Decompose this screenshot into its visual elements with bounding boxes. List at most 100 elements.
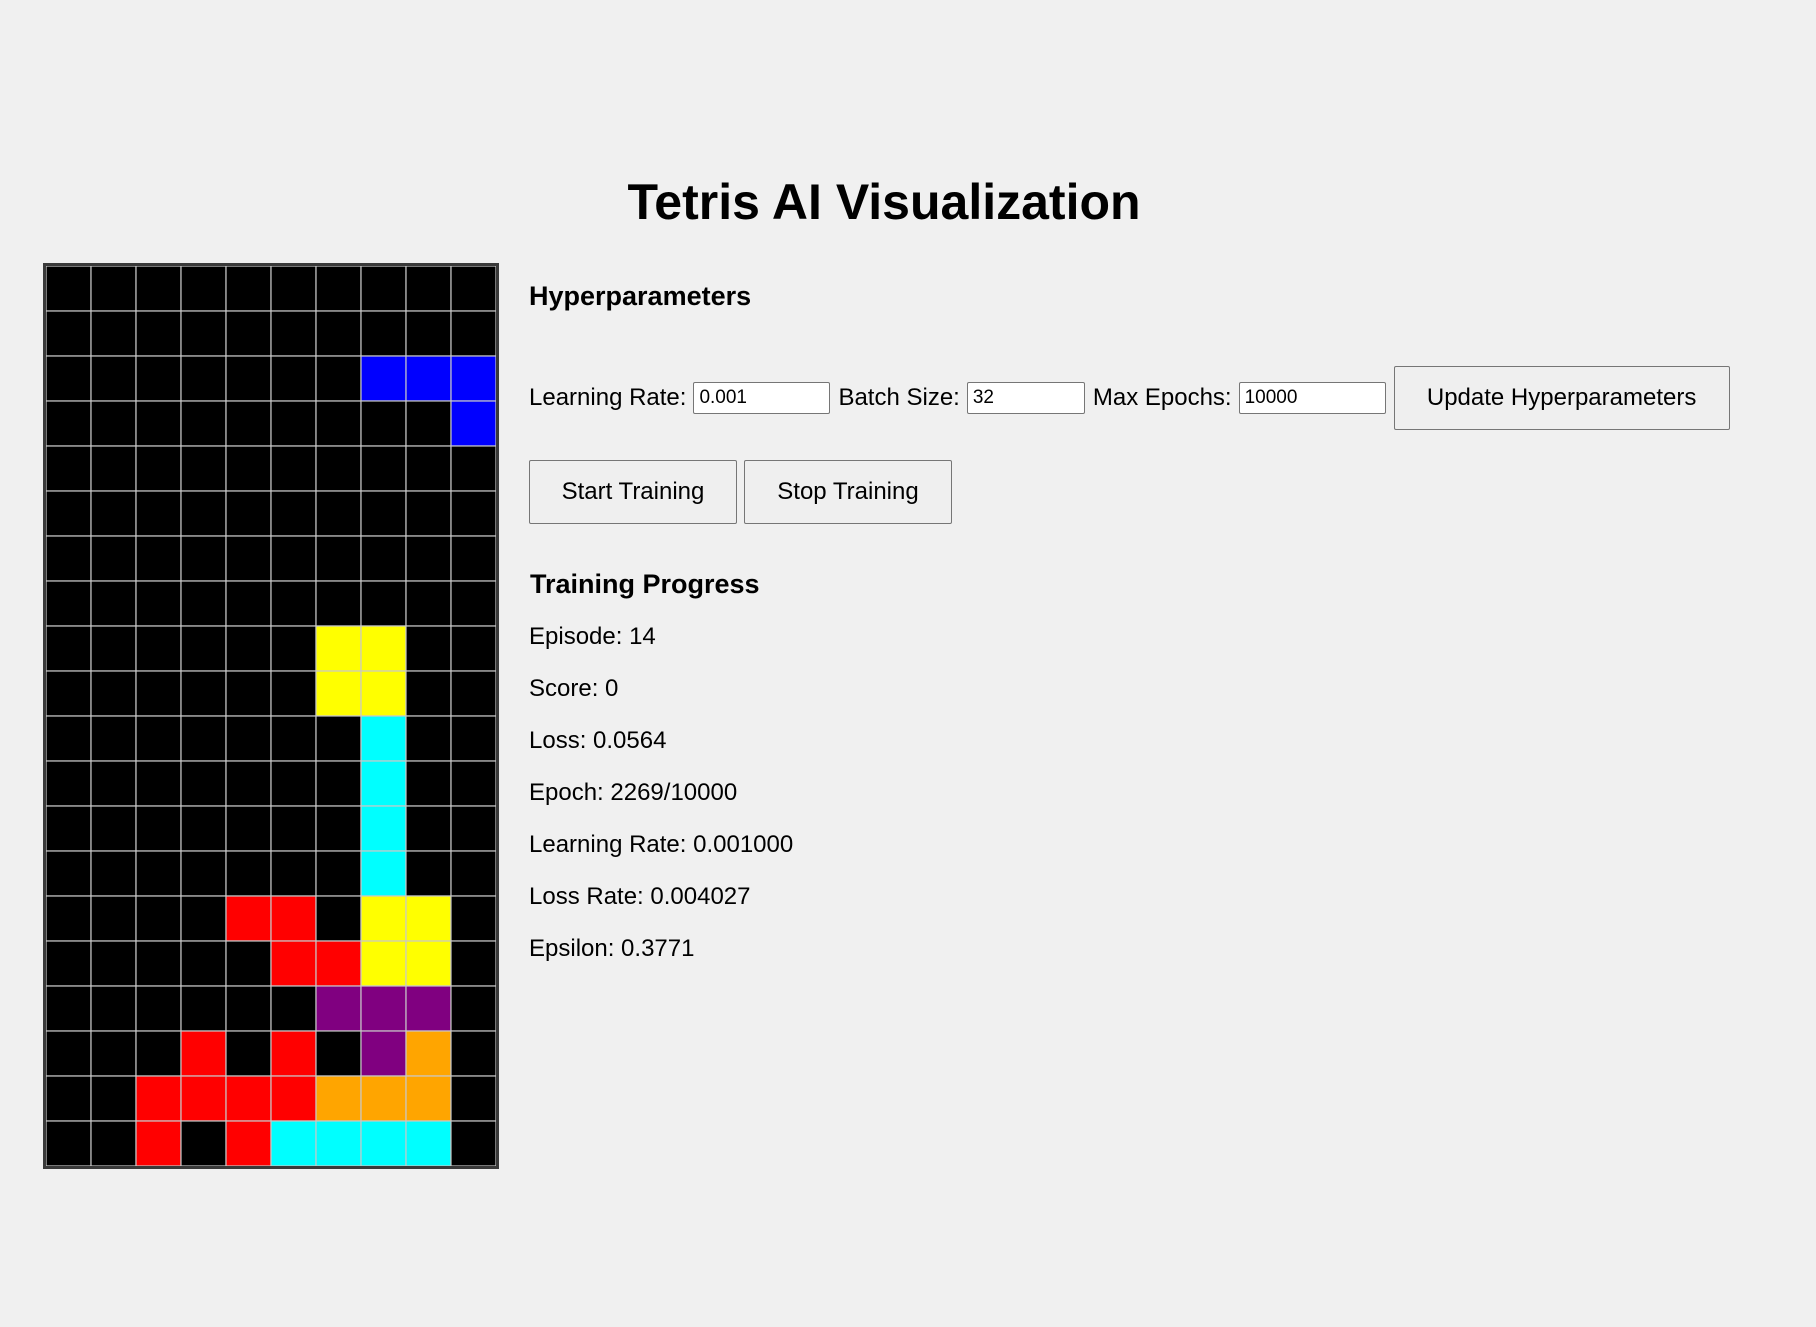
- board-cell-empty: [90, 535, 137, 582]
- board-cell-empty: [90, 355, 137, 402]
- board-cell-empty: [135, 715, 182, 762]
- board-cell-filled: [315, 985, 362, 1032]
- board-cell-empty: [405, 850, 452, 897]
- board-cell-empty: [135, 940, 182, 987]
- board-cell-empty: [450, 445, 496, 492]
- board-cell-empty: [90, 1075, 137, 1122]
- board-cell-empty: [405, 310, 452, 357]
- board-cell-empty: [405, 580, 452, 627]
- board-cell-empty: [270, 266, 317, 312]
- board-cell-empty: [90, 715, 137, 762]
- board-cell-filled: [405, 1030, 452, 1077]
- stop-training-button[interactable]: Stop Training: [744, 460, 952, 524]
- board-cell-empty: [225, 625, 272, 672]
- board-cell-empty: [180, 445, 227, 492]
- tetris-board: [43, 263, 499, 1169]
- board-cell-empty: [46, 625, 92, 672]
- board-cell-empty: [405, 625, 452, 672]
- board-cell-empty: [180, 985, 227, 1032]
- board-cell-filled: [360, 895, 407, 942]
- board-cell-empty: [180, 715, 227, 762]
- board-cell-empty: [46, 535, 92, 582]
- board-cell-empty: [360, 580, 407, 627]
- board-cell-filled: [405, 355, 452, 402]
- board-cell-empty: [225, 940, 272, 987]
- board-cell-filled: [360, 1075, 407, 1122]
- board-cell-empty: [315, 490, 362, 537]
- board-cell-empty: [135, 580, 182, 627]
- board-cell-empty: [225, 580, 272, 627]
- board-cell-empty: [46, 895, 92, 942]
- board-cell-filled: [315, 625, 362, 672]
- board-cell-filled: [450, 355, 496, 402]
- board-cell-empty: [46, 985, 92, 1032]
- board-cell-empty: [405, 400, 452, 447]
- board-cell-empty: [90, 310, 137, 357]
- board-cell-empty: [46, 760, 92, 807]
- board-cell-filled: [225, 1120, 272, 1166]
- board-cell-empty: [270, 355, 317, 402]
- board-cell-empty: [315, 895, 362, 942]
- max-epochs-input[interactable]: [1238, 382, 1386, 414]
- board-cell-empty: [90, 940, 137, 987]
- board-cell-empty: [270, 760, 317, 807]
- board-cell-empty: [180, 580, 227, 627]
- start-training-button[interactable]: Start Training: [529, 460, 737, 524]
- board-cell-empty: [450, 670, 496, 717]
- board-cell-filled: [405, 1075, 452, 1122]
- board-cell-empty: [46, 1075, 92, 1122]
- training-stats: Episode: 14 Score: 0 Loss: 0.0564 Epoch:…: [529, 622, 793, 986]
- board-cell-empty: [225, 985, 272, 1032]
- board-cell-filled: [360, 850, 407, 897]
- board-cell-empty: [135, 445, 182, 492]
- board-cell-filled: [405, 1120, 452, 1166]
- board-cell-empty: [450, 1075, 496, 1122]
- board-cell-empty: [46, 580, 92, 627]
- board-cell-empty: [225, 760, 272, 807]
- batch-size-input[interactable]: [966, 382, 1085, 414]
- board-cell-filled: [270, 940, 317, 987]
- board-cell-empty: [270, 445, 317, 492]
- board-cell-empty: [450, 1030, 496, 1077]
- board-cell-empty: [360, 266, 407, 312]
- board-cell-empty: [270, 670, 317, 717]
- update-hyperparameters-button[interactable]: Update Hyperparameters: [1393, 366, 1730, 430]
- board-cell-empty: [360, 400, 407, 447]
- board-cell-empty: [90, 580, 137, 627]
- board-cell-empty: [450, 625, 496, 672]
- board-cell-empty: [180, 266, 227, 312]
- board-cell-empty: [315, 355, 362, 402]
- board-cell-empty: [90, 1120, 137, 1166]
- board-cell-empty: [46, 850, 92, 897]
- board-cell-empty: [180, 355, 227, 402]
- board-cell-empty: [180, 310, 227, 357]
- board-cell-empty: [270, 580, 317, 627]
- learning-rate-input[interactable]: [693, 382, 831, 414]
- board-cell-empty: [450, 940, 496, 987]
- control-panel: Hyperparameters Learning Rate: Batch Siz…: [529, 280, 1769, 962]
- board-cell-empty: [315, 805, 362, 852]
- board-cell-filled: [360, 940, 407, 987]
- board-cell-empty: [90, 400, 137, 447]
- board-cell-empty: [90, 670, 137, 717]
- board-cell-empty: [46, 715, 92, 762]
- episode-stat: Episode: 14: [529, 623, 656, 650]
- board-cell-filled: [135, 1120, 182, 1166]
- board-cell-empty: [46, 1030, 92, 1077]
- board-cell-empty: [450, 895, 496, 942]
- board-cell-empty: [225, 355, 272, 402]
- board-cell-empty: [225, 310, 272, 357]
- board-cell-empty: [135, 985, 182, 1032]
- board-cell-empty: [315, 760, 362, 807]
- board-cell-empty: [180, 1120, 227, 1166]
- board-cell-empty: [450, 805, 496, 852]
- board-cell-empty: [135, 850, 182, 897]
- board-cell-filled: [450, 400, 496, 447]
- board-cell-empty: [135, 670, 182, 717]
- learning-rate-stat: Learning Rate: 0.001000: [529, 831, 794, 858]
- board-cell-empty: [450, 535, 496, 582]
- board-cell-empty: [315, 310, 362, 357]
- board-cell-empty: [90, 1030, 137, 1077]
- board-cell-empty: [90, 266, 137, 312]
- board-cell-empty: [135, 400, 182, 447]
